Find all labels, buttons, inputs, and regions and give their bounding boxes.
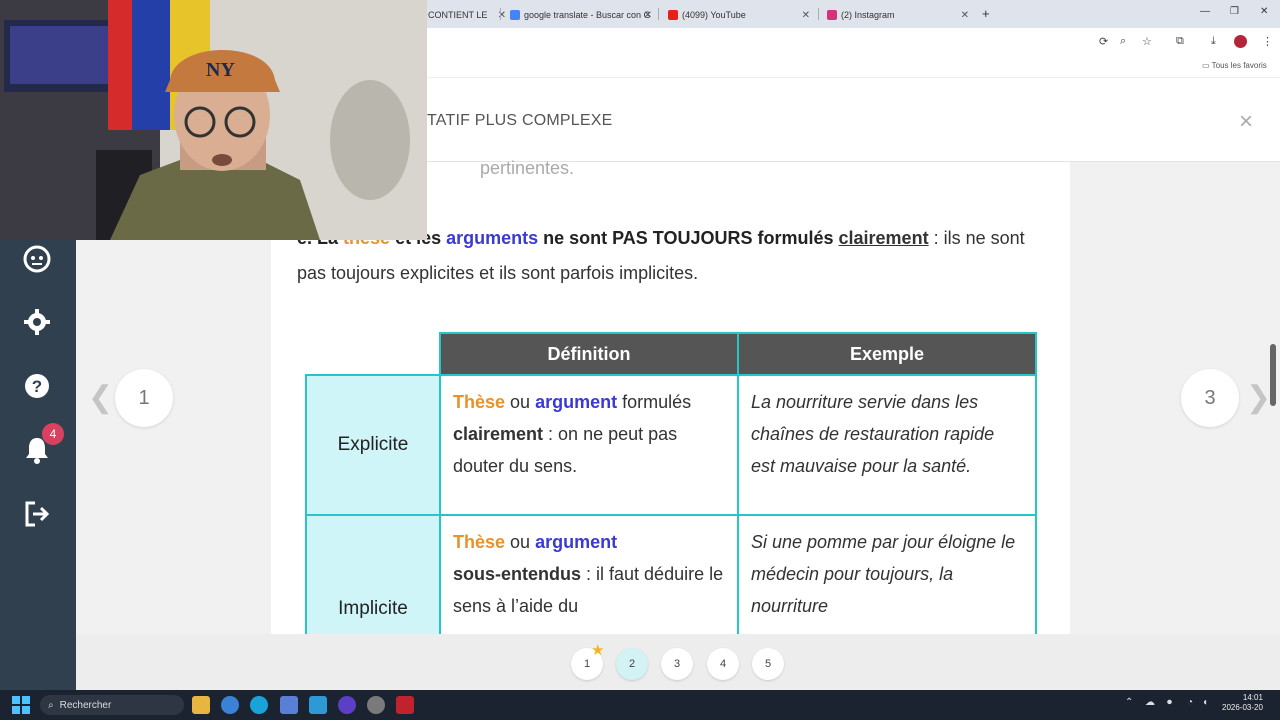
tab-title: google translate - Buscar con G	[524, 10, 651, 20]
zoom-icon[interactable]: ⌕	[1120, 35, 1126, 48]
tab-divider	[500, 8, 501, 20]
calculator-icon[interactable]	[309, 696, 327, 714]
close-icon[interactable]: ✕	[644, 10, 652, 21]
onedrive-icon[interactable]: ☁	[1145, 697, 1155, 708]
prev-arrow-icon[interactable]: ❮	[88, 380, 113, 415]
tab-divider	[818, 8, 819, 20]
download-icon[interactable]: ⤓	[1211, 35, 1216, 48]
tab-contient[interactable]: CONTIENT LE ✕	[428, 4, 506, 26]
these-word: Thèse	[453, 532, 506, 552]
close-icon[interactable]: ✕	[802, 10, 810, 21]
notification-badge: 4	[42, 423, 64, 445]
search-icon: ⌕	[48, 699, 54, 711]
close-lesson-icon[interactable]: ×	[1239, 108, 1253, 136]
pagination-dot-5[interactable]: 5	[752, 648, 784, 680]
youtube-icon	[668, 10, 678, 20]
search-placeholder: Rechercher	[59, 699, 112, 711]
edge-icon[interactable]	[250, 696, 268, 714]
faded-text: pertinentes.	[480, 158, 575, 178]
tab-instagram[interactable]: (2) Instagram ✕	[827, 4, 969, 26]
menu-icon[interactable]: ⋮	[1262, 35, 1273, 48]
example-text: Si une pomme par jour éloigne le médecin…	[751, 532, 1016, 616]
store-icon[interactable]	[280, 696, 298, 714]
translate-icon[interactable]: ⟳	[1099, 35, 1108, 48]
mic-icon[interactable]: ⏺	[1167, 697, 1172, 708]
extensions-icon[interactable]: ⧉	[1176, 35, 1184, 48]
gear-icon[interactable]	[20, 305, 54, 339]
clock-time: 14:01	[1242, 693, 1263, 702]
clock-date: 2026-03-20	[1222, 703, 1263, 712]
window-close-icon[interactable]: ✕	[1260, 6, 1268, 17]
svg-text:NY: NY	[206, 59, 235, 81]
webcam-feed-image: NY	[0, 0, 427, 240]
obs-icon[interactable]	[338, 696, 356, 714]
prev-page-button[interactable]: 1	[115, 369, 173, 427]
example-text: La nourriture servie dans les chaînes de…	[751, 392, 995, 476]
table-header-example: Exemple	[737, 332, 1037, 376]
scrollbar-thumb[interactable]	[1270, 344, 1276, 406]
help-icon[interactable]: ?	[20, 369, 54, 403]
formules-word: formulés	[617, 392, 692, 412]
tab-google-translate[interactable]: google translate - Buscar con G ✕	[510, 4, 652, 26]
cell-example-explicite: La nourriture servie dans les chaînes de…	[737, 374, 1037, 516]
arguments-word: arguments	[446, 228, 539, 248]
taskbar-search[interactable]: ⌕ Rechercher	[40, 695, 184, 715]
pagination-dot-3[interactable]: 3	[661, 648, 693, 680]
profile-avatar[interactable]	[1234, 35, 1247, 48]
tab-youtube[interactable]: (4099) YouTube ✕	[668, 4, 810, 26]
next-arrow-icon[interactable]: ❯	[1246, 380, 1271, 415]
these-word: Thèse	[453, 392, 506, 412]
argument-word: argument	[535, 392, 618, 412]
windows-start-icon[interactable]	[12, 696, 30, 714]
pagination-dot-2[interactable]: 2	[616, 648, 648, 680]
star-icon[interactable]: ☆	[1142, 35, 1152, 48]
minimize-icon[interactable]: —	[1200, 6, 1210, 17]
tab-title: (4099) YouTube	[682, 10, 746, 20]
tab-title: (2) Instagram	[841, 10, 895, 20]
tab-title: CONTIENT LE	[428, 10, 488, 20]
tray-chevron-icon[interactable]: ⌃	[1125, 697, 1133, 708]
all-bookmarks-folder[interactable]: ▭ Tous les favoris	[1202, 61, 1267, 70]
key-word: sous-entendus	[453, 564, 582, 584]
close-icon[interactable]: ✕	[961, 10, 969, 21]
instagram-icon	[827, 10, 837, 20]
volume-icon[interactable]: ◖	[1202, 697, 1208, 708]
next-page-button[interactable]: 3	[1181, 369, 1239, 427]
close-icon[interactable]: ✕	[498, 10, 506, 21]
svg-text:?: ?	[32, 377, 42, 396]
argument-word: argument	[535, 532, 618, 552]
maximize-icon[interactable]: ❐	[1230, 6, 1239, 17]
logout-icon[interactable]	[20, 497, 54, 531]
key-word: clairement	[453, 424, 544, 444]
tab-divider	[658, 8, 659, 20]
table-header-definition: Définition	[439, 332, 739, 376]
file-explorer-icon[interactable]	[192, 696, 210, 714]
wifi-icon[interactable]: ◔	[1187, 697, 1193, 708]
acrobat-icon[interactable]	[396, 696, 414, 714]
webcam-overlay: NY	[0, 0, 427, 240]
robot-face-icon[interactable]	[20, 242, 54, 276]
bookmarks-label: Tous les favoris	[1211, 61, 1267, 70]
chrome-icon[interactable]	[221, 696, 239, 714]
para-mid: ne sont PAS TOUJOURS formulés	[538, 228, 839, 248]
ou-word: ou	[505, 532, 536, 552]
taskbar-clock[interactable]: 14:01 2026-03-20	[1222, 693, 1263, 713]
pagination-dot-4[interactable]: 4	[707, 648, 739, 680]
sidebar: ? 4	[0, 240, 76, 690]
star-icon: ★	[591, 642, 605, 659]
google-icon	[510, 10, 520, 20]
row-label-explicite: Explicite	[305, 374, 441, 516]
new-tab-button[interactable]: +	[982, 6, 990, 21]
ou-word: ou	[505, 392, 536, 412]
clairement-word: clairement	[838, 228, 929, 248]
lesson-title: TATIF PLUS COMPLEXE	[427, 112, 613, 129]
cell-definition-explicite: Thèse ou argument formulés clairement : …	[439, 374, 739, 516]
settings-app-icon[interactable]	[367, 696, 385, 714]
